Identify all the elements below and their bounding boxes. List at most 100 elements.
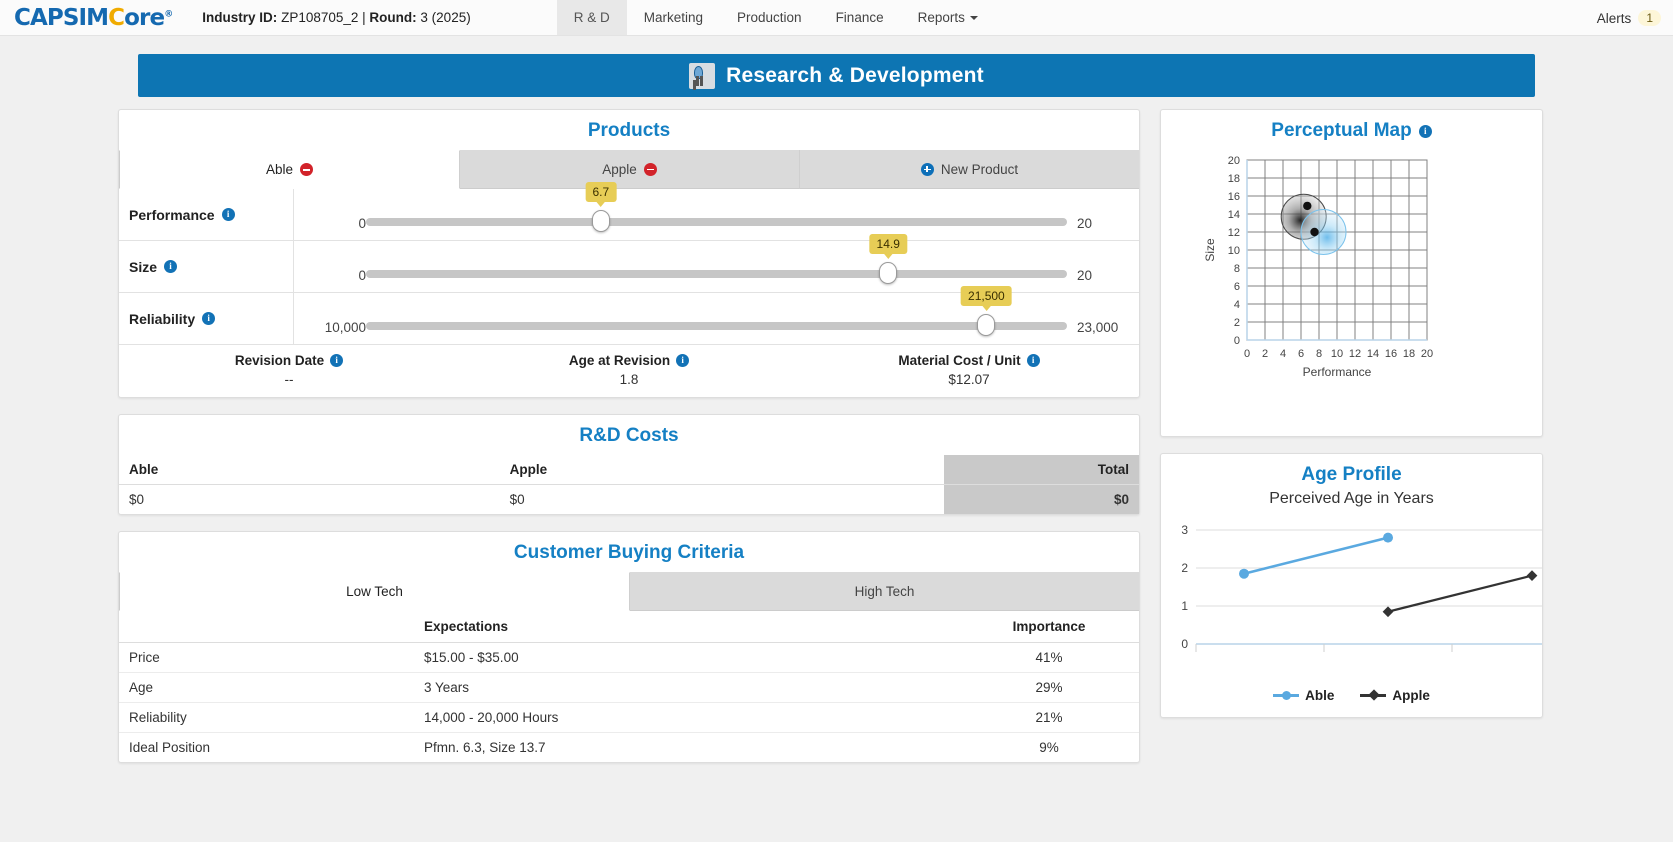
slider-thumb-performance[interactable] [591, 210, 610, 232]
material-cost-value: $12.07 [948, 372, 990, 387]
table-row: Reliability 14,000 - 20,000 Hours 21% [119, 702, 1139, 733]
slider-thumb-size[interactable] [879, 262, 898, 284]
svg-text:4: 4 [1279, 348, 1285, 360]
age-at-revision-value: 1.8 [619, 372, 639, 387]
slider-thumb-reliability[interactable] [977, 314, 996, 336]
svg-text:10: 10 [1330, 348, 1342, 360]
nav-item-marketing[interactable]: Marketing [627, 0, 720, 35]
info-icon[interactable]: i [1418, 124, 1432, 138]
slider-value-bubble-performance: 6.7 [585, 182, 617, 207]
alerts-button[interactable]: Alerts 1 [1597, 0, 1661, 36]
cbc-tab-high-tech[interactable]: High Tech [630, 572, 1139, 611]
table-row: $0 $0 $0 [119, 484, 1139, 514]
slider-max-size: 20 [1077, 268, 1093, 283]
nav-item-finance[interactable]: Finance [819, 0, 901, 35]
rd-costs-table: Able Apple Total $0 $0 $0 [119, 455, 1139, 514]
legend-marker-able [1273, 691, 1300, 700]
svg-text:12: 12 [1227, 227, 1239, 239]
perceptual-map-xlabel: Performance [1302, 365, 1371, 379]
minus-circle-icon[interactable] [643, 162, 657, 176]
legend-item-able[interactable]: Able [1273, 688, 1334, 703]
table-row: Age 3 Years 29% [119, 672, 1139, 703]
cbc-title: Customer Buying Criteria [513, 542, 745, 563]
perceptual-map-svg: 201816 141210 864 20 024 6 8 10 12 14 16 18 2… [1203, 155, 1433, 379]
logo-c: C [108, 4, 125, 31]
info-icon[interactable]: i [221, 208, 235, 221]
svg-text:20: 20 [1420, 348, 1432, 360]
products-title: Products [587, 120, 671, 141]
nav-item-rd[interactable]: R & D [556, 0, 627, 35]
info-icon[interactable]: i [164, 260, 178, 273]
page-header: Research & Development [138, 54, 1535, 97]
material-cost-label: Material Cost / Unit i [799, 353, 1139, 368]
info-icon[interactable]: i [330, 354, 344, 367]
svg-text:8: 8 [1233, 263, 1239, 275]
table-row: Price $15.00 - $35.00 41% [119, 642, 1139, 673]
svg-text:3: 3 [1181, 523, 1188, 537]
page-header-wrap: Research & Development [0, 36, 1673, 97]
top-navigation-bar: CAPSIMCore® Industry ID: ZP108705_2 | Ro… [0, 0, 1673, 36]
svg-text:4: 4 [1233, 299, 1239, 311]
logo-capsim: CAPSIM [14, 4, 109, 31]
svg-text:0: 0 [1181, 637, 1188, 651]
svg-text:20: 20 [1227, 155, 1239, 167]
slider-area-size: 0 14.9 20 [294, 234, 1139, 292]
svg-text:16: 16 [1227, 191, 1239, 203]
legend-item-apple[interactable]: Apple [1360, 688, 1430, 703]
slider-size[interactable]: 14.9 [366, 234, 1067, 284]
product-tab-able[interactable]: Able [119, 150, 460, 189]
industry-id-value: ZP108705_2 | [281, 10, 366, 25]
chevron-down-icon [969, 15, 978, 20]
logo-registered-mark: ® [164, 8, 173, 19]
cbc-tab-low-tech[interactable]: Low Tech [119, 572, 630, 611]
slider-track [366, 270, 1067, 278]
perceptual-map-card: Perceptual Map i 20 18 16 14 12 10 8 6 4… [1160, 109, 1543, 437]
logo-text: CAPSIMCore® [14, 4, 173, 31]
minus-circle-icon[interactable] [300, 163, 314, 176]
rd-costs-title: R&D Costs [579, 425, 679, 446]
slider-value-bubble-size: 14.9 [869, 234, 907, 259]
industry-id-label: Industry ID: [202, 10, 278, 25]
svg-text:2: 2 [1261, 348, 1267, 360]
slider-row-performance: Performance i 0 6.7 20 [119, 182, 1139, 241]
slider-reliability[interactable]: 21,500 [366, 286, 1067, 336]
cbc-tabs: Low Tech High Tech [119, 572, 1139, 611]
rd-costs-value-total: $0 [944, 484, 1139, 514]
slider-label-performance: Performance i [119, 189, 294, 240]
svg-text:16: 16 [1384, 348, 1396, 360]
cbc-table: Expectations Importance Price $15.00 - $… [119, 611, 1139, 762]
table-header-row: Able Apple Total [119, 455, 1139, 485]
nav-item-reports[interactable]: Reports [901, 0, 995, 35]
age-profile-legend: Able Apple [1161, 686, 1542, 703]
slider-performance[interactable]: 6.7 [366, 182, 1067, 232]
info-icon[interactable]: i [202, 312, 216, 325]
products-card: Products Able Apple New Product Performa… [118, 109, 1140, 398]
rd-costs-value-able: $0 [129, 492, 145, 507]
age-profile-subtitle: Perceived Age in Years [1269, 490, 1434, 507]
round-label: Round: [369, 10, 417, 25]
table-row: Ideal Position Pfmn. 6.3, Size 13.7 9% [129, 740, 1059, 755]
svg-text:10: 10 [1227, 245, 1239, 257]
svg-text:12: 12 [1348, 348, 1360, 360]
svg-text:18: 18 [1402, 348, 1414, 360]
capsim-logo[interactable]: CAPSIMCore® [0, 0, 186, 35]
info-icon[interactable]: i [1026, 354, 1040, 367]
age-profile-plot: 3 2 1 0 [1161, 510, 1542, 686]
alerts-count-badge: 1 [1638, 10, 1661, 26]
svg-text:1: 1 [1181, 599, 1188, 613]
slider-value-bubble-reliability: 21,500 [961, 286, 1012, 311]
product-tab-new-product[interactable]: New Product [800, 150, 1139, 189]
product-tab-apple[interactable]: Apple [460, 150, 800, 189]
info-icon[interactable]: i [676, 354, 690, 367]
perceptual-map-title: Perceptual Map i [1161, 110, 1542, 146]
rd-costs-value-apple: $0 [509, 492, 525, 507]
plus-circle-icon [920, 162, 934, 176]
nav-item-production[interactable]: Production [720, 0, 819, 35]
svg-text:2: 2 [1181, 561, 1188, 575]
logo-ore: ore [124, 4, 165, 31]
product-tabs: Able Apple New Product [119, 150, 1139, 189]
right-column: Perceptual Map i 20 18 16 14 12 10 8 6 4… [1160, 109, 1543, 734]
perceptual-map-plot: 20 18 16 14 12 10 864 20 024 6 8 10 12 14 16 18 2… [1161, 146, 1542, 422]
cbc-header-expectations: Expectations [414, 611, 959, 643]
rd-costs-header-total: Total [944, 455, 1139, 485]
